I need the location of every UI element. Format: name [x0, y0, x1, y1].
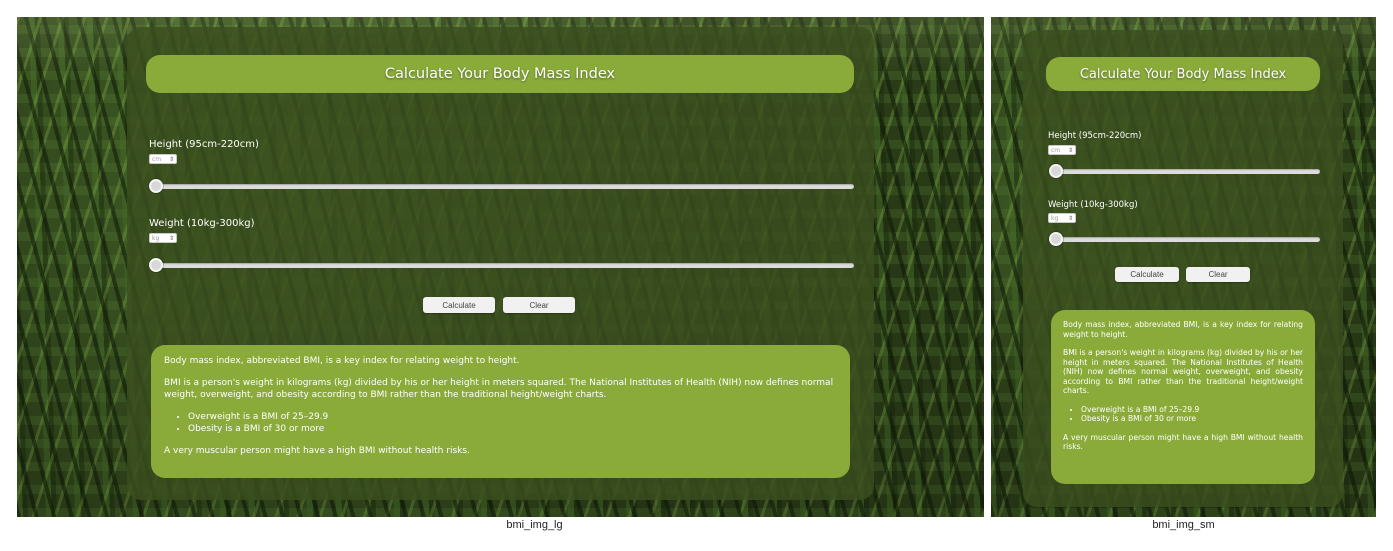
screenshot-small: Calculate Your Body Mass Index Height (9…	[991, 17, 1376, 517]
calculate-button[interactable]: Calculate	[423, 297, 495, 313]
screenshot-large: Calculate Your Body Mass Index Height (9…	[17, 17, 984, 517]
weight-unit-select[interactable]: kg ⇕	[149, 233, 177, 243]
clear-button[interactable]: Clear	[503, 297, 575, 313]
info-paragraph-3: A very muscular person might have a high…	[164, 446, 470, 456]
page-title: Calculate Your Body Mass Index	[146, 55, 854, 93]
page-title: Calculate Your Body Mass Index	[1046, 57, 1320, 91]
calculate-button[interactable]: Calculate	[1115, 267, 1179, 282]
height-unit-value: cm	[1051, 147, 1061, 154]
select-arrow-icon: ⇕	[168, 156, 174, 163]
clear-button[interactable]: Clear	[1186, 267, 1250, 282]
weight-slider-thumb[interactable]	[149, 258, 163, 272]
weight-unit-value: kg	[152, 235, 160, 242]
height-slider[interactable]	[153, 184, 854, 189]
height-unit-value: cm	[152, 156, 162, 163]
height-label: Height (95cm-220cm)	[1048, 131, 1142, 141]
list-item: Overweight is a BMI of 25–29.9	[188, 411, 837, 423]
info-paragraph-1: Body mass index, abbreviated BMI, is a k…	[1063, 320, 1303, 339]
height-unit-select[interactable]: cm ⇕	[1048, 145, 1076, 155]
height-slider-thumb[interactable]	[149, 179, 163, 193]
height-slider-thumb[interactable]	[1049, 164, 1063, 178]
select-arrow-icon: ⇕	[1067, 215, 1073, 222]
bmi-info-box: Body mass index, abbreviated BMI, is a k…	[151, 345, 850, 478]
bmi-ranges-list: Overweight is a BMI of 25–29.9 Obesity i…	[1063, 405, 1303, 424]
weight-slider[interactable]	[1053, 237, 1320, 242]
bmi-info-box: Body mass index, abbreviated BMI, is a k…	[1051, 310, 1315, 484]
height-unit-select[interactable]: cm ⇕	[149, 154, 177, 164]
bmi-panel: Calculate Your Body Mass Index Height (9…	[1023, 30, 1343, 507]
weight-unit-value: kg	[1051, 215, 1059, 222]
weight-slider[interactable]	[153, 263, 854, 268]
weight-label: Weight (10kg-300kg)	[1048, 200, 1138, 210]
info-paragraph-3: A very muscular person might have a high…	[1063, 432, 1303, 452]
info-paragraph-2: BMI is a person's weight in kilograms (k…	[164, 378, 834, 400]
height-slider[interactable]	[1053, 169, 1320, 174]
caption-large: bmi_img_lg	[506, 519, 563, 531]
height-label: Height (95cm-220cm)	[149, 139, 259, 150]
select-arrow-icon: ⇕	[1067, 147, 1073, 154]
info-paragraph-2: BMI is a person's weight in kilograms (k…	[1063, 348, 1303, 395]
list-item: Obesity is a BMI of 30 or more	[188, 423, 837, 435]
select-arrow-icon: ⇕	[168, 235, 174, 242]
weight-unit-select[interactable]: kg ⇕	[1048, 213, 1076, 223]
info-paragraph-1: Body mass index, abbreviated BMI, is a k…	[164, 356, 520, 366]
bmi-panel: Calculate Your Body Mass Index Height (9…	[127, 27, 874, 500]
weight-label: Weight (10kg-300kg)	[149, 218, 255, 229]
list-item: Obesity is a BMI of 30 or more	[1081, 414, 1303, 424]
list-item: Overweight is a BMI of 25–29.9	[1081, 405, 1303, 415]
weight-slider-thumb[interactable]	[1049, 232, 1063, 246]
bmi-ranges-list: Overweight is a BMI of 25–29.9 Obesity i…	[164, 411, 837, 435]
caption-small: bmi_img_sm	[1152, 519, 1215, 531]
